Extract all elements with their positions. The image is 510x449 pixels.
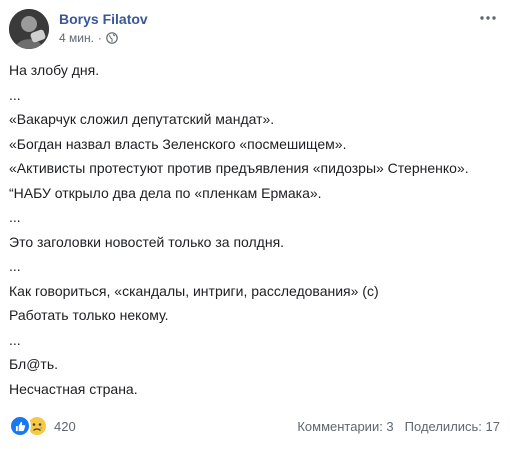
more-options-icon[interactable] [476, 10, 500, 26]
post-body: На злобу дня. ... «Вакарчук сложил депут… [9, 58, 499, 401]
avatar[interactable] [9, 9, 49, 49]
author-block: Borys Filatov 4 мин. · [59, 10, 148, 46]
post-line: ... [9, 86, 21, 103]
post-line: «Вакарчук сложил депутатский мандат». [9, 111, 275, 127]
post-footer: 420 Комментарии: 3 Поделились: 17 [9, 415, 500, 437]
post-line: “НАБУ открыло два дела по «пленкам Ермак… [9, 184, 322, 201]
reactions-summary[interactable]: 420 [9, 415, 76, 437]
meta-separator: · [97, 31, 102, 45]
like-icon [9, 415, 31, 437]
post-line: Несчастная страна. [9, 380, 138, 397]
post-header: Borys Filatov 4 мин. · [9, 9, 148, 49]
post-line: Как говориться, «скандалы, интриги, расс… [9, 282, 379, 299]
post-line: Бл@ть. [9, 356, 59, 372]
post-line: Это заголовки новостей только за полдня. [9, 233, 285, 250]
post-stats: Комментарии: 3 Поделились: 17 [297, 419, 500, 434]
post-line: Работать только некому. [9, 307, 169, 323]
shares-count-link[interactable]: Поделились: 17 [405, 419, 500, 434]
post-line: На злобу дня. [9, 62, 100, 78]
post-line: «Активисты протестуют против предъявлени… [9, 160, 469, 176]
post-line: ... [9, 331, 21, 348]
post-line: ... [9, 258, 21, 274]
author-name[interactable]: Borys Filatov [59, 10, 148, 28]
post-meta: 4 мин. · [59, 30, 148, 46]
post-timestamp[interactable]: 4 мин. [59, 30, 94, 46]
avatar-photo [9, 9, 49, 49]
reaction-count: 420 [54, 418, 76, 434]
facebook-post: Borys Filatov 4 мин. · На злобу дня. ...… [0, 0, 510, 449]
post-line: ... [9, 209, 21, 225]
globe-icon [106, 32, 118, 44]
comments-count-link[interactable]: Комментарии: 3 [297, 419, 393, 434]
post-line: «Богдан назвал власть Зеленского «посмеш… [9, 135, 347, 152]
